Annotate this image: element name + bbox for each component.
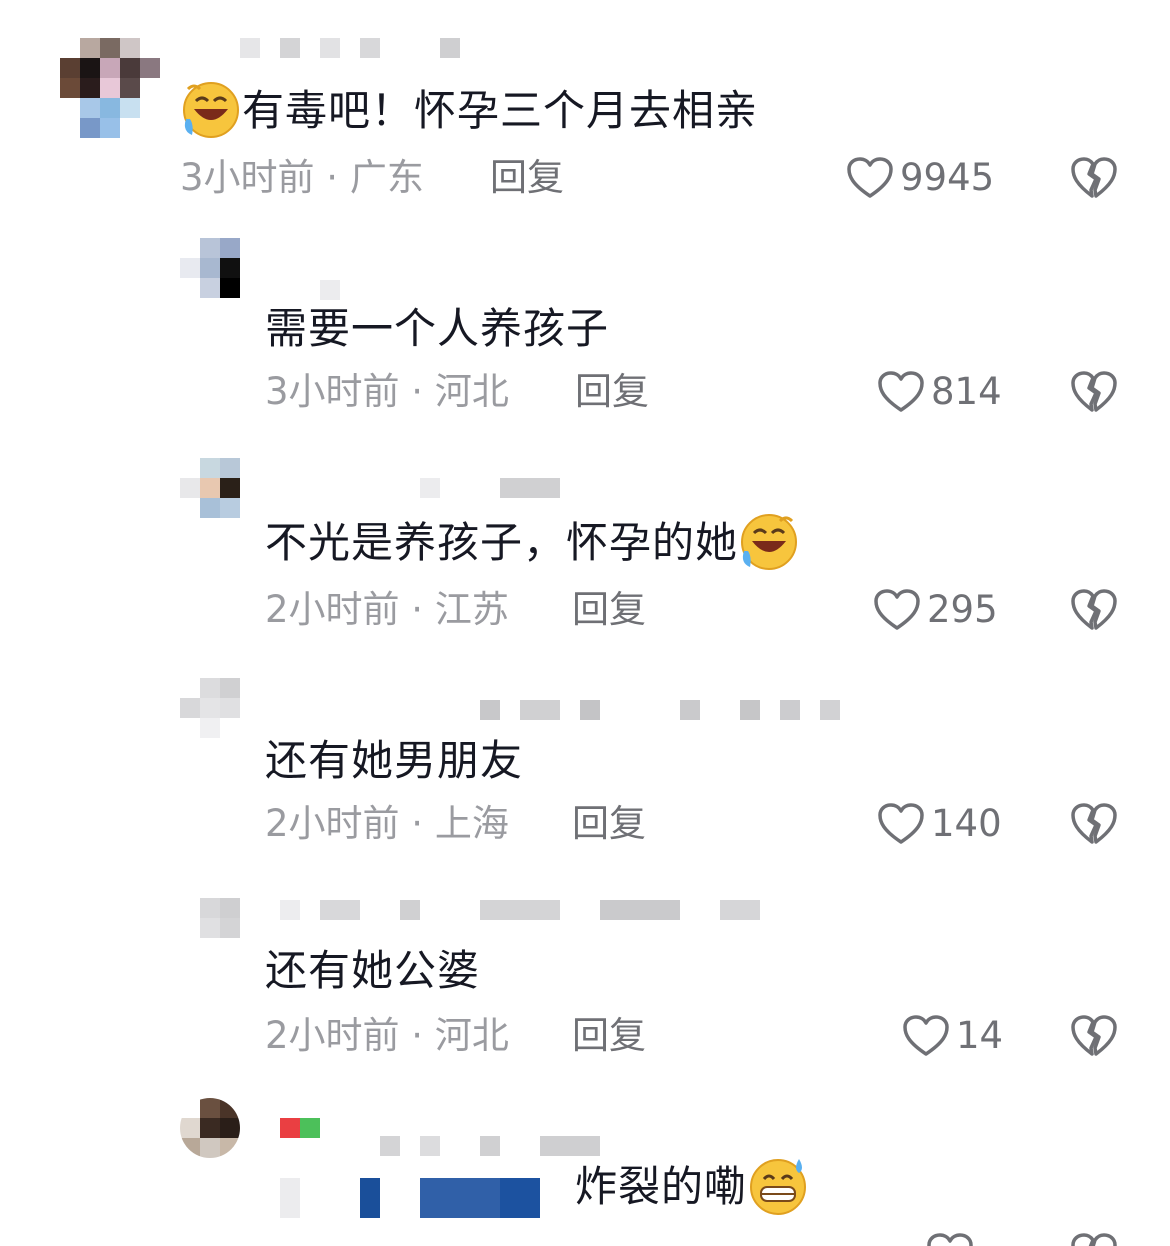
- heart-icon[interactable]: [926, 1232, 974, 1246]
- comment-text: 不光是养孩子，怀孕的她: [265, 513, 800, 573]
- username[interactable]: [420, 478, 560, 498]
- broken-heart-icon: [1071, 157, 1117, 198]
- laughing-crying-emoji: [741, 513, 798, 570]
- username[interactable]: [280, 900, 760, 920]
- reply-button[interactable]: 回复: [575, 370, 649, 414]
- comment-text-value: 炸裂的嘞: [575, 1162, 748, 1211]
- like-count: 14: [956, 1014, 1004, 1057]
- comment-item: 有毒吧！怀孕三个月去相亲 3小时前 · 广东 回复 9945: [0, 0, 1170, 220]
- comment-text-value: 有毒吧！怀孕三个月去相亲: [242, 86, 759, 135]
- heart-icon: [878, 371, 924, 412]
- comment-meta: 2小时前 · 上海: [265, 802, 509, 845]
- like-button[interactable]: 140: [877, 802, 1002, 846]
- reply-item: 炸裂的嘞: [0, 1092, 1170, 1246]
- reply-item: 还有她男朋友 2小时前 · 上海 回复 140: [0, 656, 1170, 874]
- mention-mosaic: [280, 1178, 540, 1218]
- comment-text: 炸裂的嘞: [575, 1158, 809, 1217]
- avatar[interactable]: [180, 1098, 240, 1158]
- reply-item: 需要一个人养孩子 3小时前 · 河北 回复 814: [0, 220, 1170, 438]
- avatar[interactable]: [180, 678, 240, 738]
- broken-heart-icon: [1071, 589, 1117, 630]
- reply-button[interactable]: 回复: [572, 588, 646, 632]
- dislike-button[interactable]: [1070, 802, 1118, 846]
- reply-button[interactable]: 回复: [490, 156, 564, 200]
- dislike-button[interactable]: [1070, 370, 1118, 414]
- like-button[interactable]: 814: [877, 370, 1002, 414]
- username[interactable]: [380, 1136, 600, 1156]
- like-count: 295: [927, 588, 998, 631]
- heart-icon: [874, 589, 920, 630]
- avatar[interactable]: [60, 38, 160, 138]
- comment-text-value: 不光是养孩子，怀孕的她: [265, 518, 739, 567]
- broken-heart-icon: [1071, 1015, 1117, 1056]
- comment-meta: 2小时前 · 河北: [265, 1014, 509, 1057]
- comment-meta: 3小时前 · 广东: [180, 156, 424, 199]
- username[interactable]: [320, 280, 340, 300]
- reply-button[interactable]: 回复: [572, 802, 646, 846]
- comment-text: 需要一个人养孩子: [265, 304, 610, 353]
- reply-item: 还有她公婆 2小时前 · 河北 回复 14: [0, 874, 1170, 1092]
- avatar[interactable]: [200, 898, 240, 938]
- like-count: 9945: [900, 156, 995, 199]
- partial-dislike-row: [1070, 1232, 1118, 1246]
- dislike-button[interactable]: [1070, 588, 1118, 632]
- heart-icon: [878, 803, 924, 844]
- partial-like-row: [926, 1232, 974, 1246]
- like-button[interactable]: 14: [902, 1014, 1003, 1058]
- heart-icon: [847, 157, 893, 198]
- avatar[interactable]: [180, 238, 240, 298]
- comment-text: 还有她公婆: [265, 946, 481, 995]
- username[interactable]: [480, 700, 840, 720]
- comment-meta: 3小时前 · 河北: [265, 370, 509, 413]
- avatar[interactable]: [180, 458, 240, 518]
- like-button[interactable]: 9945: [846, 156, 994, 200]
- heart-icon: [903, 1015, 949, 1056]
- username-badge: [280, 1118, 320, 1138]
- like-count: 814: [931, 370, 1002, 413]
- reply-item: 不光是养孩子，怀孕的她 2小时前 · 江苏 回复 295: [0, 438, 1170, 656]
- username[interactable]: [240, 38, 460, 58]
- broken-heart-icon[interactable]: [1070, 1232, 1118, 1246]
- laughing-crying-emoji: [183, 81, 239, 138]
- dislike-button[interactable]: [1070, 156, 1118, 200]
- comment-meta: 2小时前 · 江苏: [265, 588, 509, 631]
- broken-heart-icon: [1071, 371, 1117, 412]
- comment-text: 有毒吧！怀孕三个月去相亲: [180, 81, 759, 141]
- reply-button[interactable]: 回复: [572, 1014, 646, 1058]
- dislike-button[interactable]: [1070, 1014, 1118, 1058]
- comment-text: 还有她男朋友: [265, 736, 524, 785]
- like-button[interactable]: 295: [873, 588, 998, 632]
- grinning-sweat-emoji: [750, 1158, 807, 1215]
- broken-heart-icon: [1071, 803, 1117, 844]
- like-count: 140: [931, 802, 1002, 845]
